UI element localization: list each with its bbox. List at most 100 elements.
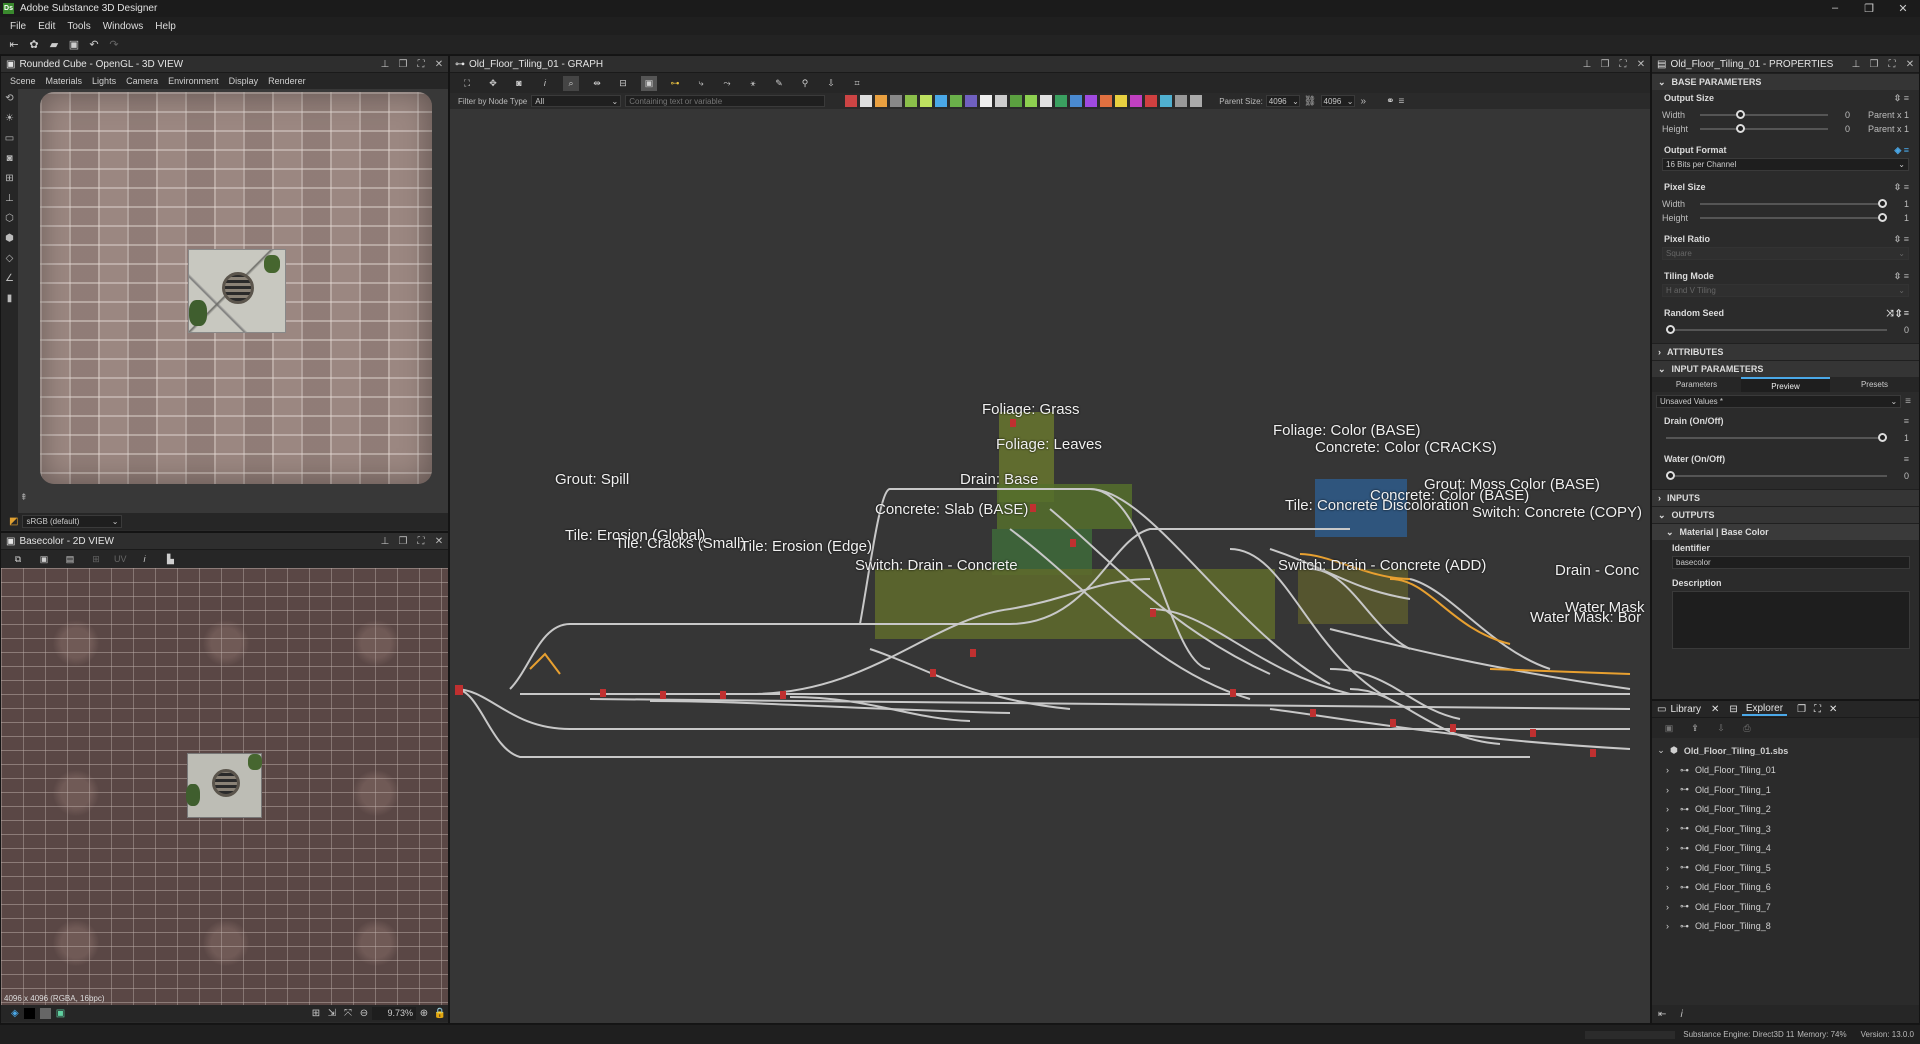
palette-node-icon[interactable] — [1190, 95, 1203, 107]
frame-all-icon[interactable]: ⛶ — [459, 76, 475, 91]
fit-icon[interactable]: ⧉ — [10, 552, 26, 567]
mesh-icon[interactable]: ⬢ — [5, 233, 14, 253]
frame-icon[interactable]: ▣ — [641, 75, 657, 91]
info-icon[interactable]: 𝑖 — [1680, 1009, 1683, 1020]
frame-label[interactable]: Tile: Cracks (Small) — [615, 535, 745, 552]
parent-size-dropdown[interactable]: 4096 ⌄ — [1265, 95, 1300, 107]
3d-viewport[interactable]: ⇞ — [18, 89, 448, 513]
frame-label[interactable]: Switch: Drain - Concrete (ADD) — [1278, 557, 1486, 574]
tree-item[interactable]: › ⊶ Old_Floor_Tiling_6 — [1652, 878, 1919, 898]
camera-tool-icon[interactable]: ⟲ — [5, 93, 13, 113]
tree-item[interactable]: › ⊶ Old_Floor_Tiling_01 — [1652, 761, 1919, 781]
3d-menu-scene[interactable]: Scene — [10, 76, 36, 86]
output-item-section[interactable]: ⌄ Material | Base Color — [1652, 523, 1919, 540]
grid-icon[interactable]: ⊞ — [5, 173, 13, 193]
explorer-options-icon[interactable]: ⇤ — [1658, 1009, 1666, 1020]
tile-icon[interactable]: ⊞ — [88, 552, 104, 567]
float-icon[interactable]: ❐ — [394, 536, 412, 547]
colorspace-dropdown[interactable]: sRGB (default) ⌄ — [22, 515, 123, 528]
preset-dropdown[interactable]: Unsaved Values * ⌄ — [1656, 395, 1902, 408]
float-icon[interactable]: ❐ — [1797, 704, 1806, 715]
output-width-mode[interactable]: Parent x 1 — [1868, 110, 1909, 120]
palette-node-icon[interactable] — [890, 95, 903, 107]
tree-item[interactable]: › ⊶ Old_Floor_Tiling_3 — [1652, 819, 1919, 839]
identifier-field[interactable] — [1672, 556, 1910, 569]
frame-label[interactable]: Drain: Base — [960, 471, 1038, 488]
palette-node-icon[interactable] — [1100, 95, 1113, 107]
maximize-icon[interactable]: ⛶ — [412, 536, 430, 547]
save-package-icon[interactable]: ⇩ — [1713, 721, 1729, 736]
tool-icon[interactable]: ✎ — [771, 76, 787, 91]
pin-icon[interactable]: ⊥ — [376, 59, 394, 70]
snapshot-icon[interactable]: ◙ — [511, 76, 527, 91]
split-icon[interactable]: ⤳ — [719, 76, 735, 91]
output-height-mode[interactable]: Parent x 1 — [1868, 124, 1909, 134]
random-seed-value[interactable]: 0 — [1895, 325, 1909, 335]
tree-item[interactable]: › ⊶ Old_Floor_Tiling_7 — [1652, 897, 1919, 917]
maximize-icon[interactable]: ⛶ — [1614, 59, 1632, 70]
black-bg-icon[interactable] — [23, 1008, 35, 1019]
tab-preview[interactable]: Preview — [1741, 377, 1830, 392]
wand-icon[interactable]: ⚹ — [745, 76, 761, 91]
frame-label[interactable]: Switch: Drain - Concrete — [855, 557, 1018, 574]
palette-node-icon[interactable] — [995, 95, 1008, 107]
output-width-slider[interactable] — [1700, 110, 1828, 119]
3d-menu-camera[interactable]: Camera — [126, 76, 158, 86]
close-icon[interactable]: ✕ — [1901, 59, 1919, 70]
open-package-icon[interactable]: ⇪ — [1687, 721, 1703, 736]
pixel-width-value[interactable]: 1 — [1895, 199, 1909, 209]
align-icon[interactable]: ⇹ — [589, 76, 605, 91]
output-size-menu-icon[interactable]: ⇳ ≡ — [1894, 93, 1909, 104]
search-icon[interactable]: ⌕ — [563, 75, 579, 91]
brightness-icon[interactable]: ▭ — [5, 133, 14, 153]
palette-node-icon[interactable] — [1025, 95, 1038, 107]
publish-icon[interactable]: ⎙ — [1739, 721, 1755, 736]
new-package-icon[interactable]: ✿ — [26, 38, 42, 52]
more-icon[interactable]: » — [1361, 96, 1367, 107]
plane-icon[interactable]: ◇ — [6, 253, 14, 273]
graph-canvas[interactable]: Foliage: Grass Foliage: Leaves Foliage: … — [450, 109, 1650, 1023]
float-icon[interactable]: ❐ — [1865, 59, 1883, 70]
tab-presets[interactable]: Presets — [1830, 377, 1919, 392]
connect-icon[interactable]: ⤷ — [693, 76, 709, 91]
output-height-value[interactable]: 0 — [1836, 124, 1850, 134]
frame-label[interactable]: Water Mask: Bor — [1530, 609, 1641, 626]
palette-node-icon[interactable] — [1085, 95, 1098, 107]
channels-icon[interactable]: ▣ — [56, 1008, 65, 1019]
palette-node-icon[interactable] — [920, 95, 933, 107]
frame-label[interactable]: Tile: Concrete Discoloration — [1285, 497, 1469, 514]
pixel-size-menu-icon[interactable]: ⇳ ≡ — [1894, 182, 1909, 193]
attributes-section[interactable]: › ATTRIBUTES — [1652, 343, 1919, 360]
info-icon[interactable]: 𝑖 — [137, 552, 153, 567]
tangent-icon[interactable]: ∠ — [5, 273, 14, 293]
water-menu-icon[interactable]: ≡ — [1904, 454, 1909, 464]
palette-node-icon[interactable] — [935, 95, 948, 107]
base-parameters-section[interactable]: ⌄ BASE PARAMETERS — [1652, 73, 1919, 90]
grid-toggle-icon[interactable]: ⊞ — [308, 1006, 324, 1021]
tab-explorer[interactable]: Explorer — [1741, 703, 1788, 716]
checker-bg-icon[interactable] — [39, 1008, 51, 1019]
settings-icon[interactable]: ⇞ — [20, 492, 28, 503]
layers-icon[interactable]: ◈ — [11, 1008, 19, 1019]
uv-toggle[interactable]: UV — [114, 554, 127, 564]
pan-icon[interactable]: ⇲ — [324, 1006, 340, 1021]
open-icon[interactable]: ▰ — [46, 38, 62, 52]
palette-node-icon[interactable] — [905, 95, 918, 107]
random-seed-shuffle-icon[interactable]: ⤨ ⇳ ≡ — [1886, 308, 1909, 319]
drain-slider[interactable] — [1666, 433, 1888, 442]
frame-label[interactable]: Foliage: Grass — [982, 401, 1080, 418]
histogram-icon[interactable]: ▙ — [163, 552, 179, 567]
pin-icon[interactable]: ⊥ — [376, 536, 394, 547]
redo-icon[interactable]: ↷ — [106, 38, 122, 52]
3d-menu-renderer[interactable]: Renderer — [268, 76, 306, 86]
light-tool-icon[interactable]: ☀ — [5, 113, 14, 133]
palette-node-icon[interactable] — [1010, 95, 1023, 107]
pipette-icon[interactable]: ⚲ — [797, 76, 813, 91]
pixel-ratio-dropdown[interactable]: Square ⌄ — [1662, 247, 1909, 260]
close-icon[interactable]: ✕ — [430, 536, 448, 547]
tree-item[interactable]: › ⊶ Old_Floor_Tiling_5 — [1652, 858, 1919, 878]
cube-view-icon[interactable]: ⬡ — [5, 213, 14, 233]
tree-item[interactable]: › ⊶ Old_Floor_Tiling_2 — [1652, 800, 1919, 820]
frame-label[interactable]: Foliage: Color (BASE) — [1273, 422, 1421, 439]
palette-node-icon[interactable] — [980, 95, 993, 107]
